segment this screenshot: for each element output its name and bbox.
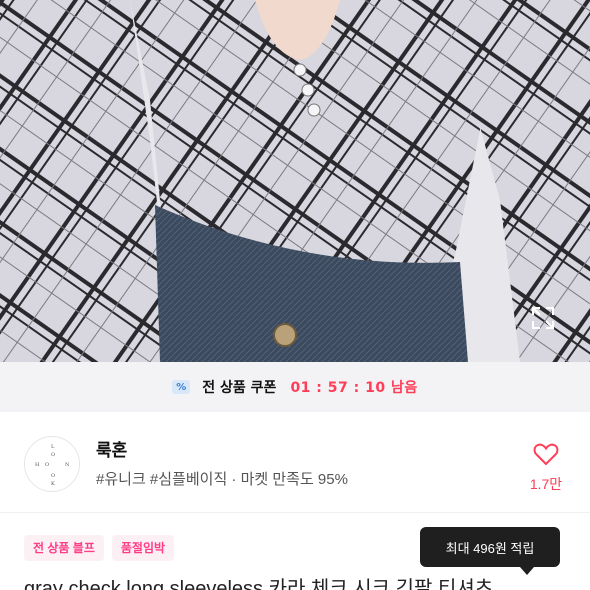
shop-logo-letter: K xyxy=(51,481,55,487)
shop-logo-letter: N xyxy=(65,462,70,468)
divider xyxy=(0,512,590,513)
tag-almost-sold-out: 품절임박 xyxy=(111,535,175,561)
shop-info-row: L O O K H O N 룩혼 #유니크 #심플베이직 · 마켓 만족도 95… xyxy=(0,412,590,512)
product-photo-illustration xyxy=(0,0,590,362)
shop-logo[interactable]: L O O K H O N xyxy=(24,436,80,492)
coupon-timer: 01 : 57 : 10 남음 xyxy=(290,380,418,396)
shop-logo-letter: O xyxy=(51,473,56,479)
shop-logo-letter: L xyxy=(51,444,55,450)
shop-logo-letter: H xyxy=(35,462,40,468)
points-tooltip: 최대 496원 적립 xyxy=(420,527,560,567)
expand-photo-button[interactable] xyxy=(530,305,566,341)
tooltip-tail xyxy=(520,567,534,575)
product-title: gray check long sleeveless 카라 체크 시크 긴팔 티… xyxy=(24,578,494,590)
tag-black-friday: 전 상품 블프 xyxy=(24,535,104,561)
heart-icon xyxy=(533,442,559,470)
product-tags: 전 상품 블프 품절임박 xyxy=(24,535,175,561)
shop-logo-letter: O xyxy=(45,462,50,468)
product-photo[interactable] xyxy=(0,0,590,362)
shop-logo-letter: O xyxy=(51,452,56,458)
like-button[interactable]: 1.7만 xyxy=(522,442,570,494)
coupon-label: 전 상품 쿠폰 xyxy=(202,380,277,396)
coupon-countdown-bar[interactable]: % 전 상품 쿠폰 01 : 57 : 10 남음 xyxy=(0,362,590,412)
percent-coupon-icon: % xyxy=(172,380,191,394)
shop-meta: #유니크 #심플베이직 · 마켓 만족도 95% xyxy=(96,471,348,488)
shop-name[interactable]: 룩혼 xyxy=(96,436,127,461)
like-count: 1.7만 xyxy=(529,476,563,492)
